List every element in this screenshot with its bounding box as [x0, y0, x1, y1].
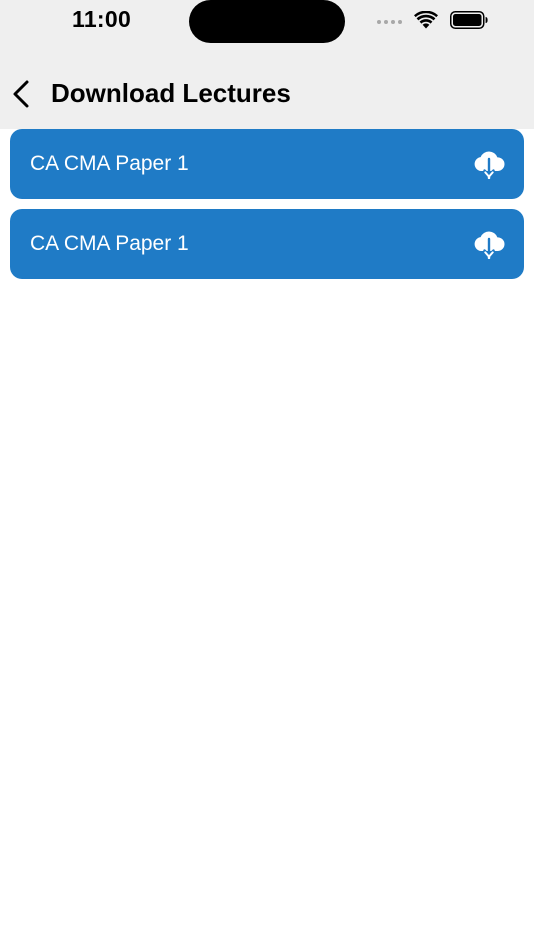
wifi-icon	[414, 11, 438, 29]
chevron-left-icon	[13, 80, 29, 108]
lecture-list: CA CMA Paper 1 CA CMA Paper 1	[10, 129, 524, 289]
lecture-title: CA CMA Paper 1	[30, 152, 189, 175]
cloud-download-icon	[474, 231, 505, 259]
dynamic-island	[189, 0, 345, 43]
lecture-item[interactable]: CA CMA Paper 1	[10, 209, 524, 279]
lecture-title: CA CMA Paper 1	[30, 232, 189, 255]
status-time: 11:00	[72, 6, 132, 32]
nav-bar: Download Lectures	[0, 72, 534, 116]
status-icons	[377, 10, 488, 30]
battery-icon	[450, 11, 488, 29]
header-area: 11:00 Download Lectures	[0, 0, 534, 129]
lecture-item[interactable]: CA CMA Paper 1	[10, 129, 524, 199]
download-button[interactable]	[472, 147, 506, 179]
cloud-download-icon	[474, 151, 505, 179]
page-title: Download Lectures	[51, 78, 291, 108]
download-button[interactable]	[472, 227, 506, 259]
signal-dots-icon	[377, 20, 402, 24]
screen: 11:00 Download Lectures CA CMA Paper 1 C…	[0, 0, 534, 950]
back-button[interactable]	[8, 76, 36, 112]
